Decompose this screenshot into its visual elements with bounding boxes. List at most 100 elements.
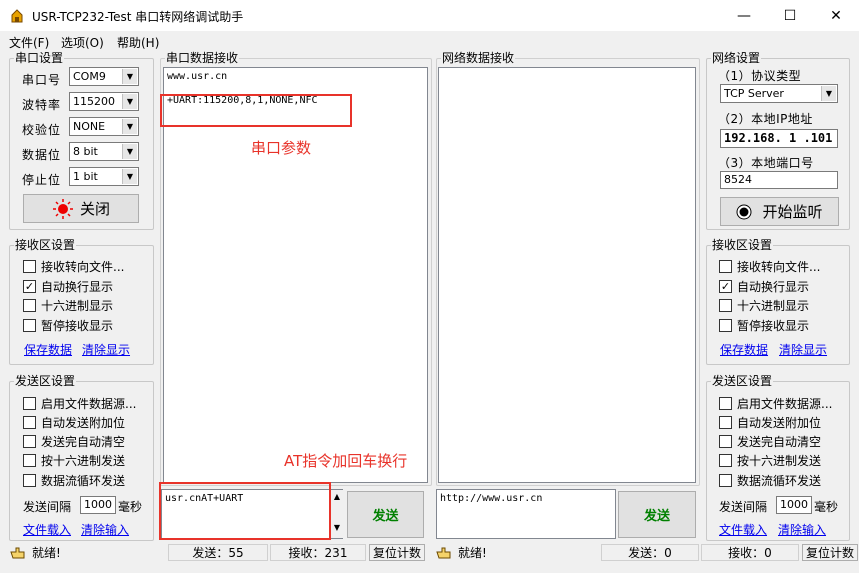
- menu-file[interactable]: 文件(F): [9, 34, 49, 51]
- checkbox[interactable]: [23, 318, 36, 332]
- left-interval-unit: 毫秒: [118, 500, 143, 514]
- left-reset-button[interactable]: 复位计数: [369, 544, 425, 561]
- right-recv-option[interactable]: 暂停接收显示: [719, 317, 809, 333]
- right-send-option[interactable]: 数据流循环发送: [719, 472, 821, 488]
- net-send-button[interactable]: 发送: [618, 491, 696, 538]
- baud-select[interactable]: 115200 ▼: [69, 92, 139, 111]
- checkbox[interactable]: [719, 434, 732, 448]
- net-send-label: 发送: [643, 509, 670, 524]
- checkbox[interactable]: [719, 473, 732, 487]
- left-clear-input-link[interactable]: 清除输入: [81, 521, 129, 538]
- left-send-option[interactable]: 发送完自动清空: [23, 433, 125, 449]
- app-icon: [11, 9, 23, 23]
- checkbox[interactable]: [719, 259, 732, 273]
- minimize-button[interactable]: —: [721, 0, 767, 31]
- checkbox[interactable]: [719, 396, 732, 410]
- option-label: 数据流循环发送: [737, 473, 822, 488]
- net-settings-title: 网络设置: [711, 51, 762, 65]
- left-send-option[interactable]: 自动发送附加位: [23, 414, 125, 430]
- right-recv-count: 接收：0: [701, 544, 799, 561]
- right-recv-option[interactable]: ✓ 自动换行显示: [719, 278, 809, 294]
- right-load-file-link[interactable]: 文件载入: [719, 521, 767, 538]
- option-label: 自动发送附加位: [737, 415, 822, 430]
- right-interval-input[interactable]: 1000: [776, 496, 812, 514]
- protocol-select[interactable]: TCP Server ▼: [720, 84, 838, 103]
- data-bits-select[interactable]: 8 bit ▼: [69, 142, 139, 161]
- checkbox[interactable]: [719, 318, 732, 332]
- ip-input[interactable]: 192.168. 1 .101: [720, 129, 838, 148]
- data-bits-label: 数据位: [22, 148, 62, 162]
- stop-bits-select[interactable]: 1 bit ▼: [69, 167, 139, 186]
- scroll-down-icon[interactable]: ▼: [331, 523, 343, 532]
- right-send-option[interactable]: 按十六进制发送: [719, 452, 821, 468]
- net-recv-area[interactable]: [438, 67, 696, 483]
- port-select[interactable]: COM9 ▼: [69, 67, 139, 86]
- close-port-label: 关闭: [79, 200, 110, 218]
- left-recv-option[interactable]: 接收转向文件...: [23, 258, 124, 274]
- close-icon: ✕: [830, 7, 842, 24]
- left-save-data-link[interactable]: 保存数据: [24, 341, 72, 358]
- option-label: 自动发送附加位: [41, 415, 126, 430]
- serial-recv-area[interactable]: www.usr.cn +UART:115200,8,1,NONE,NFC: [163, 67, 428, 483]
- checkbox[interactable]: [719, 298, 732, 312]
- checkbox[interactable]: [23, 473, 36, 487]
- local-port-input[interactable]: 8524: [720, 171, 838, 189]
- close-button[interactable]: ✕: [813, 0, 859, 31]
- serial-params-highlight: [160, 94, 352, 127]
- menu-options[interactable]: 选项(O): [61, 34, 104, 51]
- net-send-input[interactable]: http://www.usr.cn: [436, 489, 616, 539]
- checkbox[interactable]: [719, 415, 732, 429]
- maximize-button[interactable]: ☐: [767, 0, 813, 31]
- red-light-icon: [52, 198, 73, 219]
- left-ready-text: 就绪!: [32, 545, 61, 560]
- right-clear-display-link[interactable]: 清除显示: [779, 341, 827, 358]
- checkbox-checked[interactable]: ✓: [719, 279, 732, 293]
- checkbox[interactable]: [23, 453, 36, 467]
- option-label: 接收转向文件...: [41, 259, 125, 274]
- left-load-file-link[interactable]: 文件载入: [23, 521, 71, 538]
- checkbox[interactable]: [23, 415, 36, 429]
- left-recv-option[interactable]: 暂停接收显示: [23, 317, 113, 333]
- serial-send-button[interactable]: 发送: [347, 491, 424, 538]
- menu-help[interactable]: 帮助(H): [117, 34, 159, 51]
- checkbox[interactable]: [719, 453, 732, 467]
- start-listen-label: 开始监听: [762, 203, 823, 221]
- chevron-down-icon: ▼: [122, 94, 137, 109]
- left-status: 就绪!: [10, 543, 61, 561]
- scroll-up-icon[interactable]: ▲: [331, 492, 343, 501]
- start-listen-button[interactable]: 开始监听: [720, 197, 839, 226]
- checkbox-checked[interactable]: ✓: [23, 279, 36, 293]
- right-send-option[interactable]: 自动发送附加位: [719, 414, 821, 430]
- right-ready-text: 就绪!: [458, 545, 487, 560]
- right-save-data-link[interactable]: 保存数据: [720, 341, 768, 358]
- right-recv-option[interactable]: 接收转向文件...: [719, 258, 820, 274]
- checkbox[interactable]: [23, 298, 36, 312]
- left-send-option[interactable]: 数据流循环发送: [23, 472, 125, 488]
- serial-recv-title: 串口数据接收: [165, 51, 240, 65]
- right-sent-text: 发送：0: [628, 546, 672, 560]
- left-recv-option[interactable]: 十六进制显示: [23, 297, 113, 313]
- left-interval-input[interactable]: 1000: [80, 496, 116, 514]
- left-clear-display-link[interactable]: 清除显示: [82, 341, 130, 358]
- option-label: 暂停接收显示: [737, 318, 810, 333]
- left-send-option[interactable]: 启用文件数据源...: [23, 395, 136, 411]
- close-port-button[interactable]: 关闭: [23, 194, 139, 223]
- left-send-option[interactable]: 按十六进制发送: [23, 452, 125, 468]
- protocol-label: （1）协议类型: [718, 69, 802, 83]
- checkbox[interactable]: [23, 434, 36, 448]
- stop-bits-label: 停止位: [22, 173, 62, 187]
- checkbox[interactable]: [23, 396, 36, 410]
- right-interval-label: 发送间隔: [719, 500, 768, 514]
- port-label: 串口号: [22, 73, 62, 87]
- chevron-down-icon: ▼: [821, 86, 836, 101]
- serial-send-scrollbar[interactable]: ▲ ▼: [330, 490, 343, 538]
- left-recv-option[interactable]: ✓ 自动换行显示: [23, 278, 113, 294]
- right-clear-input-link[interactable]: 清除输入: [778, 521, 826, 538]
- right-recv-option[interactable]: 十六进制显示: [719, 297, 809, 313]
- parity-select[interactable]: NONE ▼: [69, 117, 139, 136]
- right-send-option[interactable]: 发送完自动清空: [719, 433, 821, 449]
- right-send-option[interactable]: 启用文件数据源...: [719, 395, 832, 411]
- checkbox[interactable]: [23, 259, 36, 273]
- right-reset-button[interactable]: 复位计数: [802, 544, 858, 561]
- option-label: 启用文件数据源...: [41, 396, 137, 411]
